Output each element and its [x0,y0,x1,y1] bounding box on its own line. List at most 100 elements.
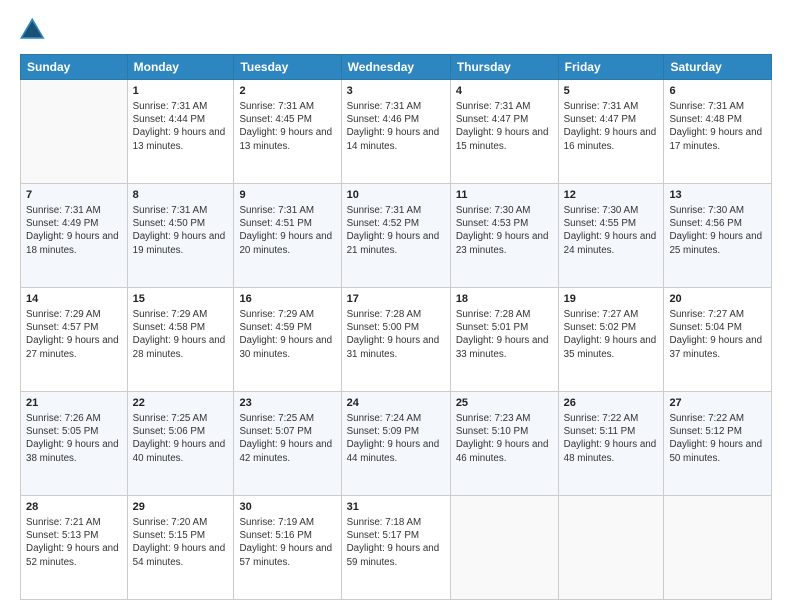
day-info: Sunrise: 7:30 AMSunset: 4:56 PMDaylight:… [669,204,766,257]
day-info: Sunrise: 7:27 AMSunset: 5:02 PMDaylight:… [564,308,659,361]
day-info: Sunrise: 7:31 AMSunset: 4:46 PMDaylight:… [347,100,445,153]
calendar-cell: 5Sunrise: 7:31 AMSunset: 4:47 PMDaylight… [558,80,664,184]
calendar-cell [21,80,128,184]
day-number: 4 [456,84,553,99]
day-number: 21 [26,396,122,411]
day-info: Sunrise: 7:31 AMSunset: 4:52 PMDaylight:… [347,204,445,257]
day-number: 12 [564,188,659,203]
day-info: Sunrise: 7:27 AMSunset: 5:04 PMDaylight:… [669,308,766,361]
day-header-friday: Friday [558,55,664,80]
calendar-cell: 2Sunrise: 7:31 AMSunset: 4:45 PMDaylight… [234,80,341,184]
calendar-cell: 22Sunrise: 7:25 AMSunset: 5:06 PMDayligh… [127,392,234,496]
day-info: Sunrise: 7:30 AMSunset: 4:53 PMDaylight:… [456,204,553,257]
day-info: Sunrise: 7:21 AMSunset: 5:13 PMDaylight:… [26,516,122,569]
day-header-saturday: Saturday [664,55,772,80]
day-info: Sunrise: 7:28 AMSunset: 5:01 PMDaylight:… [456,308,553,361]
calendar-cell [664,496,772,600]
day-info: Sunrise: 7:18 AMSunset: 5:17 PMDaylight:… [347,516,445,569]
header [20,16,772,44]
day-info: Sunrise: 7:25 AMSunset: 5:07 PMDaylight:… [239,412,335,465]
calendar-week-2: 7Sunrise: 7:31 AMSunset: 4:49 PMDaylight… [21,184,772,288]
day-info: Sunrise: 7:23 AMSunset: 5:10 PMDaylight:… [456,412,553,465]
calendar-cell: 4Sunrise: 7:31 AMSunset: 4:47 PMDaylight… [450,80,558,184]
calendar-cell: 23Sunrise: 7:25 AMSunset: 5:07 PMDayligh… [234,392,341,496]
day-number: 1 [133,84,229,99]
day-number: 2 [239,84,335,99]
calendar-cell: 21Sunrise: 7:26 AMSunset: 5:05 PMDayligh… [21,392,128,496]
calendar-cell: 1Sunrise: 7:31 AMSunset: 4:44 PMDaylight… [127,80,234,184]
calendar-cell: 27Sunrise: 7:22 AMSunset: 5:12 PMDayligh… [664,392,772,496]
calendar-week-4: 21Sunrise: 7:26 AMSunset: 5:05 PMDayligh… [21,392,772,496]
day-number: 15 [133,292,229,307]
day-number: 26 [564,396,659,411]
day-number: 16 [239,292,335,307]
calendar-cell: 26Sunrise: 7:22 AMSunset: 5:11 PMDayligh… [558,392,664,496]
day-info: Sunrise: 7:31 AMSunset: 4:48 PMDaylight:… [669,100,766,153]
calendar-cell [450,496,558,600]
day-info: Sunrise: 7:20 AMSunset: 5:15 PMDaylight:… [133,516,229,569]
day-header-tuesday: Tuesday [234,55,341,80]
day-number: 6 [669,84,766,99]
calendar-cell: 31Sunrise: 7:18 AMSunset: 5:17 PMDayligh… [341,496,450,600]
day-info: Sunrise: 7:29 AMSunset: 4:58 PMDaylight:… [133,308,229,361]
day-info: Sunrise: 7:25 AMSunset: 5:06 PMDaylight:… [133,412,229,465]
calendar-cell: 18Sunrise: 7:28 AMSunset: 5:01 PMDayligh… [450,288,558,392]
day-number: 9 [239,188,335,203]
day-info: Sunrise: 7:19 AMSunset: 5:16 PMDaylight:… [239,516,335,569]
calendar-cell: 19Sunrise: 7:27 AMSunset: 5:02 PMDayligh… [558,288,664,392]
calendar-cell: 3Sunrise: 7:31 AMSunset: 4:46 PMDaylight… [341,80,450,184]
calendar-cell: 29Sunrise: 7:20 AMSunset: 5:15 PMDayligh… [127,496,234,600]
day-info: Sunrise: 7:31 AMSunset: 4:50 PMDaylight:… [133,204,229,257]
day-info: Sunrise: 7:29 AMSunset: 4:59 PMDaylight:… [239,308,335,361]
calendar-week-1: 1Sunrise: 7:31 AMSunset: 4:44 PMDaylight… [21,80,772,184]
calendar-cell: 16Sunrise: 7:29 AMSunset: 4:59 PMDayligh… [234,288,341,392]
calendar-cell: 17Sunrise: 7:28 AMSunset: 5:00 PMDayligh… [341,288,450,392]
day-number: 11 [456,188,553,203]
calendar-cell: 14Sunrise: 7:29 AMSunset: 4:57 PMDayligh… [21,288,128,392]
day-info: Sunrise: 7:31 AMSunset: 4:45 PMDaylight:… [239,100,335,153]
day-info: Sunrise: 7:30 AMSunset: 4:55 PMDaylight:… [564,204,659,257]
day-number: 3 [347,84,445,99]
day-number: 5 [564,84,659,99]
calendar-header-row: SundayMondayTuesdayWednesdayThursdayFrid… [21,55,772,80]
day-number: 8 [133,188,229,203]
calendar-cell: 11Sunrise: 7:30 AMSunset: 4:53 PMDayligh… [450,184,558,288]
calendar-cell: 6Sunrise: 7:31 AMSunset: 4:48 PMDaylight… [664,80,772,184]
day-number: 18 [456,292,553,307]
day-info: Sunrise: 7:31 AMSunset: 4:44 PMDaylight:… [133,100,229,153]
day-number: 25 [456,396,553,411]
day-info: Sunrise: 7:26 AMSunset: 5:05 PMDaylight:… [26,412,122,465]
logo [20,16,52,44]
day-number: 14 [26,292,122,307]
day-number: 27 [669,396,766,411]
calendar-cell: 15Sunrise: 7:29 AMSunset: 4:58 PMDayligh… [127,288,234,392]
calendar-cell: 20Sunrise: 7:27 AMSunset: 5:04 PMDayligh… [664,288,772,392]
calendar-cell: 7Sunrise: 7:31 AMSunset: 4:49 PMDaylight… [21,184,128,288]
day-number: 20 [669,292,766,307]
day-number: 17 [347,292,445,307]
day-info: Sunrise: 7:22 AMSunset: 5:12 PMDaylight:… [669,412,766,465]
day-number: 19 [564,292,659,307]
day-info: Sunrise: 7:24 AMSunset: 5:09 PMDaylight:… [347,412,445,465]
day-header-sunday: Sunday [21,55,128,80]
calendar-cell: 12Sunrise: 7:30 AMSunset: 4:55 PMDayligh… [558,184,664,288]
day-info: Sunrise: 7:31 AMSunset: 4:51 PMDaylight:… [239,204,335,257]
day-number: 28 [26,500,122,515]
day-header-wednesday: Wednesday [341,55,450,80]
calendar-cell: 25Sunrise: 7:23 AMSunset: 5:10 PMDayligh… [450,392,558,496]
calendar-cell: 28Sunrise: 7:21 AMSunset: 5:13 PMDayligh… [21,496,128,600]
day-number: 7 [26,188,122,203]
calendar-week-5: 28Sunrise: 7:21 AMSunset: 5:13 PMDayligh… [21,496,772,600]
page: SundayMondayTuesdayWednesdayThursdayFrid… [0,0,792,612]
calendar-cell: 24Sunrise: 7:24 AMSunset: 5:09 PMDayligh… [341,392,450,496]
day-info: Sunrise: 7:31 AMSunset: 4:47 PMDaylight:… [456,100,553,153]
day-number: 31 [347,500,445,515]
day-info: Sunrise: 7:29 AMSunset: 4:57 PMDaylight:… [26,308,122,361]
day-info: Sunrise: 7:28 AMSunset: 5:00 PMDaylight:… [347,308,445,361]
calendar-cell: 8Sunrise: 7:31 AMSunset: 4:50 PMDaylight… [127,184,234,288]
calendar-cell: 13Sunrise: 7:30 AMSunset: 4:56 PMDayligh… [664,184,772,288]
logo-icon [20,16,48,44]
day-number: 29 [133,500,229,515]
day-header-thursday: Thursday [450,55,558,80]
day-number: 24 [347,396,445,411]
